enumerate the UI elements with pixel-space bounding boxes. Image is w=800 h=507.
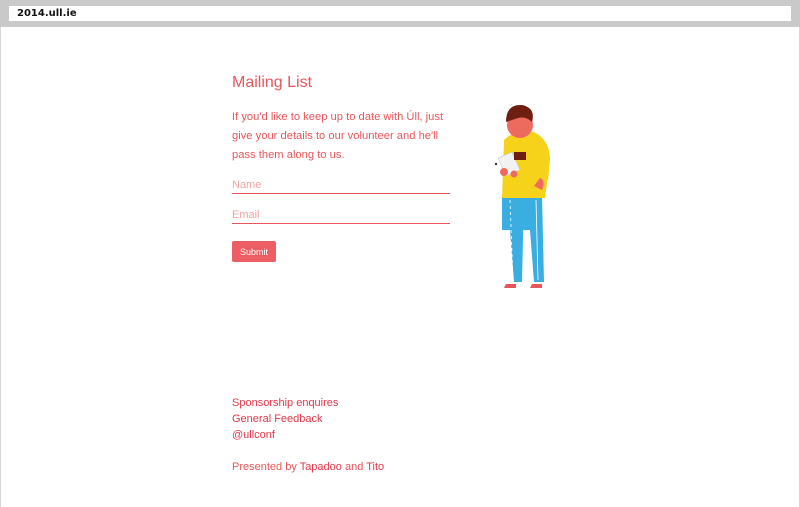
- browser-chrome: 2014.ull.ie: [0, 0, 800, 27]
- frame-border-left: [0, 27, 1, 507]
- sponsorship-link[interactable]: Sponsorship enquires: [232, 397, 338, 409]
- mailing-list-title: Mailing List: [232, 74, 313, 91]
- presented-and: and: [341, 461, 367, 473]
- general-feedback-link[interactable]: General Feedback: [232, 413, 323, 425]
- presented-by-line: Presented by Tapadoo and Tito: [232, 461, 384, 473]
- address-bar[interactable]: 2014.ull.ie: [9, 6, 791, 21]
- name-field[interactable]: [232, 177, 450, 194]
- presented-prefix: Presented by: [232, 461, 300, 473]
- volunteer-illustration: [494, 104, 550, 288]
- mailing-list-intro: If you'd like to keep up to date with Úl…: [232, 111, 444, 161]
- twitter-link[interactable]: @ullconf: [232, 429, 275, 441]
- email-field[interactable]: [232, 207, 450, 224]
- submit-button[interactable]: Submit: [232, 241, 276, 262]
- tapadoo-link[interactable]: Tapadoo: [300, 461, 342, 473]
- tito-link[interactable]: Tito: [366, 461, 384, 473]
